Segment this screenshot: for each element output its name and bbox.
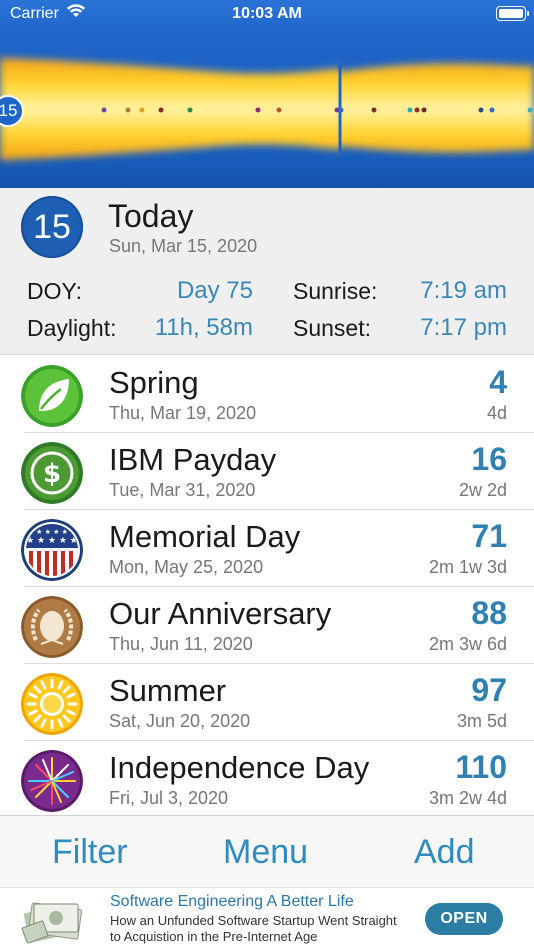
event-dot <box>125 107 131 113</box>
event-days-count: 88 <box>471 595 507 631</box>
event-dot <box>255 107 261 113</box>
bottom-toolbar: Filter Menu Add <box>0 815 534 887</box>
sunset-value: 7:17 pm <box>420 314 507 341</box>
event-time-span: 3m 2w 4d <box>428 788 507 808</box>
event-row-independence-day[interactable]: Independence Day Fri, Jul 3, 2020 110 3m… <box>0 740 534 816</box>
event-time-span: 2w 2d <box>458 480 507 500</box>
event-dot <box>478 107 484 113</box>
event-date: Thu, Mar 19, 2020 <box>109 403 257 423</box>
daylight-label: Daylight: <box>27 315 117 341</box>
event-date: Mon, May 25, 2020 <box>109 557 264 577</box>
sunrise-value: 7:19 am <box>420 277 507 304</box>
event-row-summer[interactable]: Summer Sat, Jun 20, 2020 97 3m 5d <box>0 663 534 741</box>
event-row-our-anniversary[interactable]: Our Anniversary Thu, Jun 11, 2020 88 2m … <box>0 586 534 664</box>
doy-label: DOY: <box>27 278 82 304</box>
event-days-count: 4 <box>489 364 507 400</box>
event-dot <box>527 107 533 113</box>
sunset-label: Sunset: <box>293 315 371 341</box>
today-date: Sun, Mar 15, 2020 <box>109 236 258 256</box>
event-days-count: 16 <box>471 441 507 477</box>
daylight-value: 11h, 58m <box>154 314 253 341</box>
event-name: Spring <box>109 365 199 400</box>
event-name: Memorial Day <box>109 519 301 554</box>
ad-open-button[interactable]: OPEN <box>425 903 503 935</box>
event-dot <box>489 107 495 113</box>
event-time-span: 3m 5d <box>456 711 507 731</box>
event-dot <box>414 107 420 113</box>
flag-shield-icon: ★ ★ ★ ★ ★ ★ ★ ★ ★ <box>21 519 83 581</box>
event-dot <box>101 107 107 113</box>
event-date: Thu, Jun 11, 2020 <box>109 634 253 654</box>
today-title: Today <box>108 198 194 234</box>
event-name: Summer <box>109 673 227 708</box>
event-name: IBM Payday <box>109 442 277 477</box>
ad-banner[interactable]: Software Engineering A Better Life How a… <box>0 887 534 950</box>
event-dot <box>276 107 282 113</box>
event-time-span: 4d <box>486 403 507 423</box>
svg-text:$: $ <box>43 459 61 489</box>
ad-title: Software Engineering A Better Life <box>110 893 354 910</box>
event-dot <box>187 107 193 113</box>
event-dot <box>407 107 413 113</box>
status-bar: Carrier 10:03 AM <box>0 0 534 30</box>
doy-value: Day 75 <box>176 277 253 304</box>
ad-body: How an Unfunded Software Startup Went St… <box>110 913 397 944</box>
leaf-icon <box>21 365 83 427</box>
event-name: Independence Day <box>109 750 370 785</box>
sunrise-label: Sunrise: <box>293 278 378 304</box>
add-button[interactable]: Add <box>414 833 475 872</box>
event-date: Sat, Jun 20, 2020 <box>109 711 251 731</box>
event-date: Fri, Jul 3, 2020 <box>109 788 229 808</box>
event-row-ibm-payday[interactable]: $ IBM Payday Tue, Mar 31, 2020 16 2w 2d <box>0 432 534 510</box>
filter-button[interactable]: Filter <box>52 833 128 872</box>
laurel-icon <box>21 596 83 658</box>
fireworks-icon <box>21 750 83 812</box>
event-name: Our Anniversary <box>109 596 332 631</box>
dollar-icon: $ <box>21 442 83 504</box>
battery-icon <box>496 6 529 21</box>
status-time: 10:03 AM <box>232 5 302 22</box>
event-dot <box>139 107 145 113</box>
event-days-count: 71 <box>471 518 507 554</box>
sun-icon <box>21 673 83 735</box>
today-day-badge: 15 <box>21 196 83 258</box>
event-dot <box>371 107 377 113</box>
event-row-memorial-day[interactable]: ★ ★ ★ ★ ★ ★ ★ ★ ★ Memorial Day Mon, May … <box>0 509 534 587</box>
svg-text:★ ★ ★ ★: ★ ★ ★ ★ <box>36 528 68 536</box>
event-date: Tue, Mar 31, 2020 <box>109 480 256 500</box>
event-time-span: 2m 1w 3d <box>428 557 507 577</box>
event-days-count: 97 <box>471 672 507 708</box>
event-time-span: 2m 3w 6d <box>428 634 507 654</box>
event-days-count: 110 <box>455 749 507 785</box>
money-stack-image <box>21 902 83 944</box>
event-dot <box>421 107 427 113</box>
svg-text:★ ★ ★ ★ ★: ★ ★ ★ ★ ★ <box>26 536 78 546</box>
event-dot <box>338 107 344 113</box>
event-row-spring[interactable]: Spring Thu, Mar 19, 2020 4 4d <box>0 355 534 433</box>
event-dot <box>158 107 164 113</box>
menu-button[interactable]: Menu <box>223 833 308 872</box>
